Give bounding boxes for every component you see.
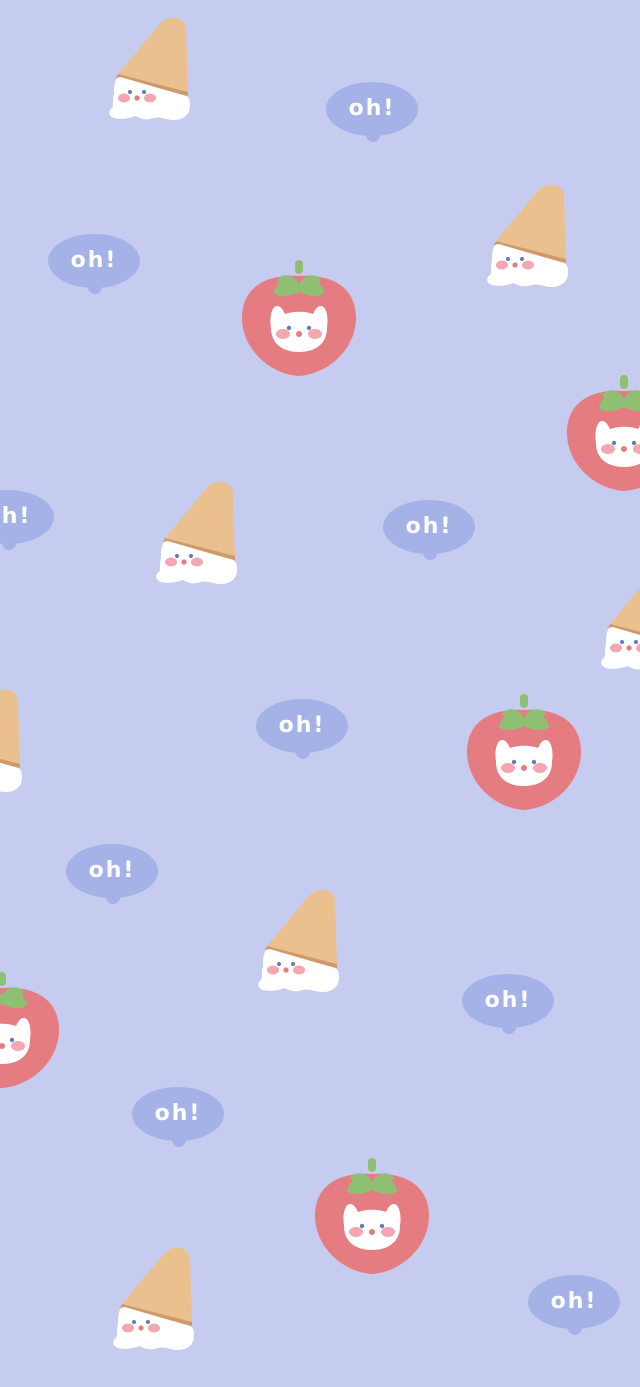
strawberry-bunny-icon: [0, 970, 60, 1092]
speech-bubble-icon: oh!: [462, 974, 554, 1036]
bubble-text: oh!: [348, 96, 396, 121]
speech-bubble-icon: oh!: [256, 699, 348, 761]
speech-bubble-icon: oh!: [132, 1087, 224, 1149]
speech-bubble-icon: oh!: [383, 500, 475, 562]
cone-ghost-icon: [0, 688, 24, 796]
wallpaper-pattern: oh! oh! oh! oh! oh! oh! oh! oh! oh!: [0, 0, 640, 1387]
strawberry-bunny-icon: [314, 1156, 430, 1278]
speech-bubble-icon: oh!: [48, 234, 140, 296]
bubble-text: oh!: [405, 514, 453, 539]
bubble-text: oh!: [0, 504, 32, 529]
bubble-text: oh!: [278, 713, 326, 738]
speech-bubble-icon: oh!: [326, 82, 418, 144]
strawberry-bunny-icon: [566, 373, 640, 495]
bubble-text: oh!: [154, 1101, 202, 1126]
speech-bubble-icon: oh!: [528, 1275, 620, 1337]
bubble-text: oh!: [70, 248, 118, 273]
cone-ghost-icon: [108, 16, 192, 124]
bubble-text: oh!: [484, 988, 532, 1013]
cone-ghost-icon: [600, 566, 640, 674]
strawberry-bunny-icon: [241, 258, 357, 380]
bubble-text: oh!: [88, 858, 136, 883]
strawberry-bunny-icon: [466, 692, 582, 814]
speech-bubble-icon: oh!: [0, 490, 54, 552]
cone-ghost-icon: [257, 888, 341, 996]
cone-ghost-icon: [155, 480, 239, 588]
bubble-text: oh!: [550, 1289, 598, 1314]
cone-ghost-icon: [486, 183, 570, 291]
cone-ghost-icon: [112, 1246, 196, 1354]
speech-bubble-icon: oh!: [66, 844, 158, 906]
